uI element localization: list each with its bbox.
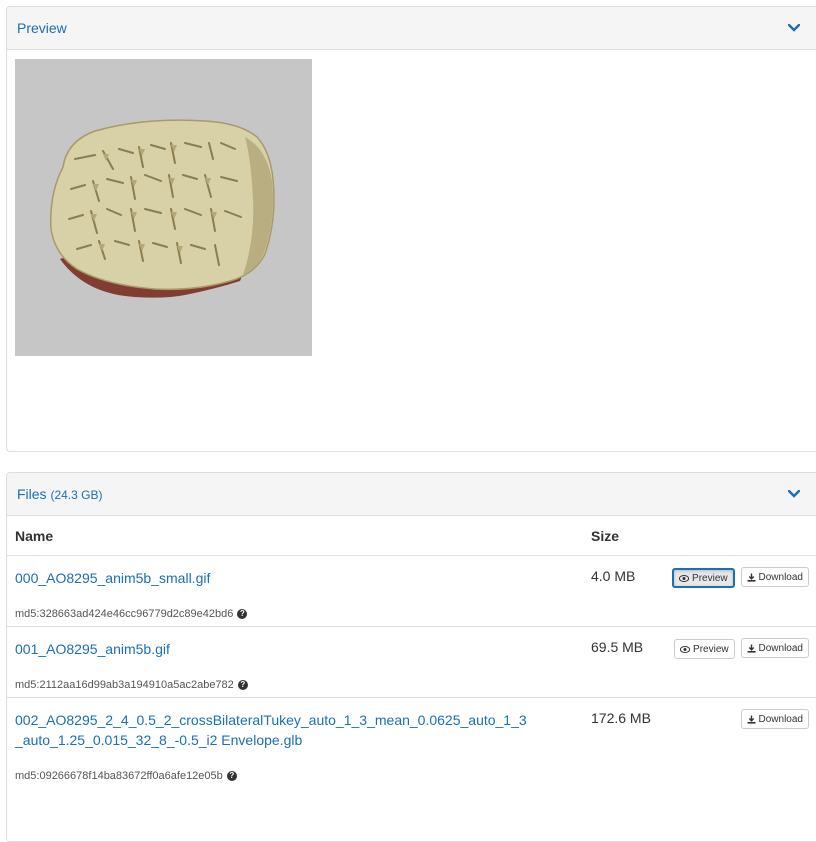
preview-button-label: Preview xyxy=(693,643,729,655)
download-icon xyxy=(747,644,756,653)
files-panel-heading[interactable]: Files (24.3 GB) xyxy=(7,473,816,516)
table-row: 001_AO8295_anim5b.gif md5:2112aa16d99ab3… xyxy=(7,626,816,698)
file-name-cell: 000_AO8295_anim5b_small.gif md5:328663ad… xyxy=(7,555,583,627)
download-button[interactable]: Download xyxy=(740,567,809,587)
file-name-cell: 002_AO8295_2_4_0.5_2_crossBilateralTukey… xyxy=(7,697,583,788)
download-button-label: Download xyxy=(758,642,803,654)
md5-checksum: md5:09266678f14ba83672ff0a6afe12e05b ? xyxy=(15,770,575,782)
files-panel-title-text: Files xyxy=(17,486,47,502)
download-button[interactable]: Download xyxy=(740,638,809,658)
column-header-name[interactable]: Name xyxy=(7,517,583,556)
md5-checksum: md5:328663ad424e46cc96779d2c89e42bd6 ? xyxy=(15,608,575,620)
download-button[interactable]: Download xyxy=(740,709,809,729)
preview-button-label: Preview xyxy=(692,572,728,584)
file-actions-cell: Download xyxy=(659,697,816,788)
files-total-size: (24.3 GB) xyxy=(50,488,103,502)
eye-icon xyxy=(680,645,691,653)
file-size: 69.5 MB xyxy=(583,626,659,698)
download-icon xyxy=(747,715,756,724)
chevron-down-icon[interactable] xyxy=(787,487,801,501)
question-circle-icon[interactable]: ? xyxy=(226,771,237,781)
files-table-header-row: Name Size xyxy=(7,517,816,556)
question-circle-icon[interactable]: ? xyxy=(237,680,248,690)
files-table: Name Size 000_AO8295_anim5b_small.gif md… xyxy=(7,517,816,788)
preview-panel-heading[interactable]: Preview xyxy=(7,7,816,50)
file-actions-cell: Preview Download xyxy=(659,555,816,627)
chevron-down-icon[interactable] xyxy=(787,21,801,35)
files-panel-title: Files (24.3 GB) xyxy=(17,486,102,502)
file-link-line-1: 002_AO8295_2_4_0.5_2_crossBilateralTukey… xyxy=(15,712,527,728)
question-circle-icon[interactable]: ? xyxy=(237,609,248,619)
eye-icon xyxy=(679,574,690,582)
file-actions-cell: Preview Download xyxy=(659,626,816,698)
file-link-line-2: _auto_1.25_0.015_32_8_-0.5_i2 Envelope.g… xyxy=(15,732,303,748)
column-header-size[interactable]: Size xyxy=(583,517,659,556)
file-link[interactable]: 000_AO8295_anim5b_small.gif xyxy=(15,570,210,586)
download-button-label: Download xyxy=(758,713,803,725)
download-button-label: Download xyxy=(758,571,803,583)
preview-button[interactable]: Preview xyxy=(672,568,735,588)
md5-text: md5:328663ad424e46cc96779d2c89e42bd6 xyxy=(15,608,234,620)
files-panel: Files (24.3 GB) Name Size 000_AO8295_ani… xyxy=(6,472,816,842)
preview-button[interactable]: Preview xyxy=(674,639,735,659)
preview-panel-title: Preview xyxy=(17,20,67,36)
md5-checksum: md5:2112aa16d99ab3a194910a5ac2abe782 ? xyxy=(15,679,575,691)
file-link[interactable]: 001_AO8295_anim5b.gif xyxy=(15,641,170,657)
md5-text: md5:2112aa16d99ab3a194910a5ac2abe782 xyxy=(15,679,234,691)
file-name-cell: 001_AO8295_anim5b.gif md5:2112aa16d99ab3… xyxy=(7,626,583,698)
column-header-actions xyxy=(659,517,816,556)
table-row: 000_AO8295_anim5b_small.gif md5:328663ad… xyxy=(7,555,816,627)
file-size: 4.0 MB xyxy=(583,555,659,627)
download-icon xyxy=(747,573,756,582)
preview-image-tablet[interactable] xyxy=(15,59,312,356)
file-link[interactable]: 002_AO8295_2_4_0.5_2_crossBilateralTukey… xyxy=(15,712,527,748)
md5-text: md5:09266678f14ba83672ff0a6afe12e05b xyxy=(15,770,223,782)
file-size: 172.6 MB xyxy=(583,697,659,788)
table-row: 002_AO8295_2_4_0.5_2_crossBilateralTukey… xyxy=(7,697,816,788)
preview-panel: Preview xyxy=(6,6,816,452)
